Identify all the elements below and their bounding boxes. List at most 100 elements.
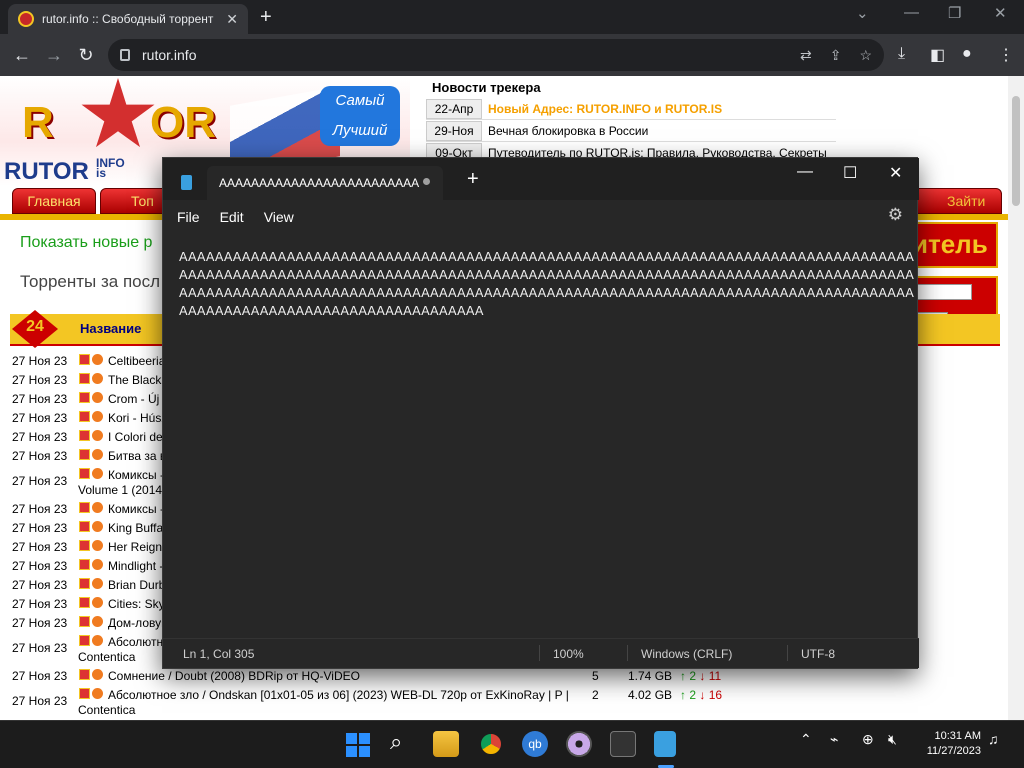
menu-home[interactable]: Главная <box>12 188 96 214</box>
network-icon[interactable]: ⌁ <box>830 731 838 748</box>
name-column-header[interactable]: Название <box>80 321 141 336</box>
notepad-text-area[interactable]: AAAAAAAAAAAAAAAAAAAAAAAAAAAAAAAAAAAAAAAA… <box>179 248 915 320</box>
download-torrent-icon[interactable] <box>79 578 90 589</box>
magnet-icon[interactable] <box>92 354 103 365</box>
terminal-icon[interactable] <box>610 731 636 757</box>
side-search-input[interactable] <box>914 284 972 300</box>
notification-bell-icon[interactable]: ♫ <box>988 731 999 747</box>
file-explorer-icon[interactable] <box>433 731 459 757</box>
row-title[interactable]: King Buffa <box>108 521 163 535</box>
magnet-icon[interactable] <box>92 616 103 627</box>
row-title[interactable]: Mindlight - <box>108 559 163 573</box>
download-torrent-icon[interactable] <box>79 502 90 513</box>
row-title[interactable]: Комиксы - <box>108 502 164 516</box>
download-torrent-icon[interactable] <box>79 392 90 403</box>
row-title[interactable]: Cities: Sky <box>108 597 165 611</box>
magnet-icon[interactable] <box>92 521 103 532</box>
magnet-icon[interactable] <box>92 468 103 479</box>
download-torrent-icon[interactable] <box>79 373 90 384</box>
chrome-icon[interactable] <box>478 731 504 757</box>
magnet-icon[interactable] <box>92 688 103 699</box>
magnet-icon[interactable] <box>92 430 103 441</box>
magnet-icon[interactable] <box>92 635 103 646</box>
row-title[interactable]: Her Reign <box>108 540 162 554</box>
row-comments[interactable]: 5 <box>592 669 599 683</box>
row-title[interactable]: Kori - Húsz <box>108 411 167 425</box>
row-comments[interactable]: 2 <box>592 688 599 702</box>
volume-muted-icon[interactable]: 🔇︎ <box>888 731 897 748</box>
download-torrent-icon[interactable] <box>79 635 90 646</box>
start-button-icon[interactable] <box>346 733 370 757</box>
side-panel-icon[interactable]: ◧ <box>930 45 945 65</box>
magnet-icon[interactable] <box>92 669 103 680</box>
download-torrent-icon[interactable] <box>79 688 90 699</box>
back-button[interactable]: ← <box>6 45 38 66</box>
media-disc-icon[interactable] <box>566 731 592 757</box>
download-torrent-icon[interactable] <box>79 669 90 680</box>
news-link[interactable]: Вечная блокировка в России <box>488 124 648 138</box>
row-title-line2[interactable]: Contentica <box>78 650 135 664</box>
globe-icon[interactable]: ⊕ <box>862 731 874 748</box>
download-torrent-icon[interactable] <box>79 411 90 422</box>
taskbar-clock[interactable]: 10:31 AM 11/27/2023 <box>927 729 981 759</box>
reload-button[interactable]: ↻ <box>70 45 102 66</box>
download-torrent-icon[interactable] <box>79 559 90 570</box>
download-torrent-icon[interactable] <box>79 354 90 365</box>
show-new-link[interactable]: Показать новые р <box>20 234 152 252</box>
row-title[interactable]: Brian Durb <box>108 578 165 592</box>
bookmark-star-icon[interactable]: ☆ <box>859 47 872 64</box>
row-title[interactable]: The Black <box>108 373 161 387</box>
translate-icon[interactable]: ⇄ <box>800 47 812 64</box>
menu-top[interactable]: Топ <box>100 188 170 214</box>
row-title[interactable]: I Colori de <box>108 430 163 444</box>
notepad-minimize-button[interactable]: — <box>797 163 813 181</box>
row-title[interactable]: Комиксы - <box>108 468 164 482</box>
magnet-icon[interactable] <box>92 411 103 422</box>
download-torrent-icon[interactable] <box>79 540 90 551</box>
menu-file[interactable]: File <box>177 209 200 225</box>
scrollbar-thumb[interactable] <box>1012 96 1020 206</box>
menu-view[interactable]: View <box>264 209 294 225</box>
settings-gear-icon[interactable]: ⚙ <box>888 205 903 225</box>
row-title-line2[interactable]: Volume 1 (2014 <box>78 483 162 497</box>
search-icon[interactable]: ⌕ <box>390 729 402 755</box>
row-title[interactable]: Битва за в <box>108 449 166 463</box>
url-text[interactable]: rutor.info <box>142 47 782 63</box>
magnet-icon[interactable] <box>92 597 103 608</box>
magnet-icon[interactable] <box>92 449 103 460</box>
close-tab-icon[interactable]: ✕ <box>226 11 238 28</box>
notepad-new-tab-button[interactable]: + <box>467 168 479 191</box>
minimize-button[interactable]: — <box>904 4 919 21</box>
download-torrent-icon[interactable] <box>79 430 90 441</box>
close-window-button[interactable]: ✕ <box>994 4 1007 22</box>
unsaved-dot-icon[interactable] <box>423 178 430 185</box>
notepad-taskbar-icon[interactable] <box>654 731 676 757</box>
magnet-icon[interactable] <box>92 559 103 570</box>
notepad-titlebar[interactable]: AAAAAAAAAAAAAAAAAAAAAAAAA + — ☐ ✕ <box>163 158 919 200</box>
new-tab-button[interactable]: + <box>260 6 272 28</box>
row-title[interactable]: Абсолютн <box>108 635 163 649</box>
menu-edit[interactable]: Edit <box>220 209 244 225</box>
download-icon[interactable]: ⤓ <box>898 45 905 63</box>
magnet-icon[interactable] <box>92 392 103 403</box>
download-torrent-icon[interactable] <box>79 616 90 627</box>
news-link[interactable]: Новый Адрес: RUTOR.INFO и RUTOR.IS <box>488 102 722 116</box>
magnet-icon[interactable] <box>92 578 103 589</box>
tab-search-icon[interactable]: ⌄ <box>856 4 869 22</box>
chrome-menu-icon[interactable]: ⋮ <box>998 45 1014 65</box>
download-torrent-icon[interactable] <box>79 449 90 460</box>
magnet-icon[interactable] <box>92 373 103 384</box>
magnet-icon[interactable] <box>92 540 103 551</box>
magnet-icon[interactable] <box>92 502 103 513</box>
page-scrollbar[interactable] <box>1008 76 1024 720</box>
row-title[interactable]: Celtibeeria <box>108 354 165 368</box>
notepad-maximize-button[interactable]: ☐ <box>843 163 857 183</box>
row-title[interactable]: Сомнение / Doubt (2008) BDRip от HQ-ViDE… <box>108 669 360 683</box>
download-torrent-icon[interactable] <box>79 597 90 608</box>
share-icon[interactable]: ⇪ <box>830 47 842 64</box>
notepad-close-button[interactable]: ✕ <box>889 163 902 183</box>
download-torrent-icon[interactable] <box>79 468 90 479</box>
row-title[interactable]: Абсолютное зло / Ondskan [01x01-05 из 06… <box>108 688 569 702</box>
browser-tab[interactable]: rutor.info :: Свободный торрент ✕ <box>8 4 248 34</box>
address-bar[interactable]: rutor.info ⇄ ⇪ ☆ <box>108 39 884 71</box>
